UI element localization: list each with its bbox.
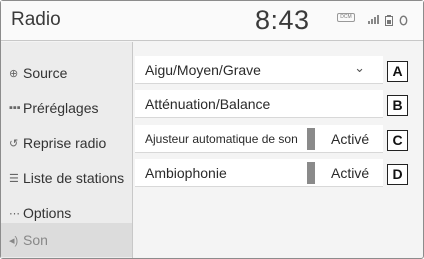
dcm-status-icon: DCM	[337, 13, 355, 22]
sidebar-item-sound[interactable]: ◂) Son	[1, 223, 132, 257]
row-label: Ambiophonie	[145, 165, 227, 181]
chevron-down-icon: ⌄	[354, 60, 365, 75]
speaker-icon: ◂)	[9, 234, 19, 247]
source-icon: ⊕	[9, 67, 19, 80]
toggle-indicator	[307, 128, 315, 150]
sidebar-item-label: Source	[23, 65, 68, 81]
sidebar-menu: ⊕ Source ▪▪▪ Préréglages ↺ Reprise radio…	[1, 42, 133, 258]
header-bar: Radio 8:43 DCM	[1, 1, 423, 41]
signal-icon	[368, 15, 380, 26]
row-label: Ajusteur automatique de son	[145, 132, 298, 146]
sidebar-item-station-list[interactable]: ☰ Liste de stations	[1, 161, 132, 195]
callout-c: C	[387, 130, 408, 151]
station-list-icon: ☰	[9, 172, 19, 185]
sidebar-item-presets[interactable]: ▪▪▪ Préréglages	[1, 91, 132, 125]
auto-sound-leveler-row[interactable]: Ajusteur automatique de son Activé	[135, 125, 383, 153]
callout-b: B	[387, 95, 408, 116]
surround-row[interactable]: Ambiophonie Activé	[135, 159, 383, 187]
clock: 8:43	[255, 5, 310, 35]
presets-icon: ▪▪▪	[9, 102, 21, 114]
row-label: Atténuation/Balance	[145, 96, 271, 112]
sidebar-item-label: Préréglages	[23, 100, 99, 116]
treble-mid-bass-row[interactable]: Aigu/Moyen/Grave ⌄	[135, 56, 383, 84]
more-icon: ⋯	[9, 207, 20, 220]
sync-icon	[399, 15, 408, 28]
toggle-state: Activé	[331, 131, 370, 147]
page-title: Radio	[11, 9, 61, 30]
sidebar-item-label: Son	[23, 232, 48, 248]
replay-icon: ↺	[9, 137, 19, 150]
row-label: Aigu/Moyen/Grave	[145, 62, 261, 78]
toggle-state: Activé	[331, 165, 370, 181]
sidebar-item-label: Liste de stations	[23, 170, 125, 186]
battery-icon	[385, 15, 393, 28]
callout-d: D	[387, 164, 408, 185]
toggle-indicator	[307, 162, 315, 184]
sidebar-item-label: Options	[23, 205, 72, 221]
sidebar-item-source[interactable]: ⊕ Source	[1, 56, 132, 90]
head-unit-screen: Radio 8:43 DCM ⊕ Source ▪▪▪ Préréglages …	[0, 0, 424, 259]
callout-a: A	[387, 61, 408, 82]
fader-balance-row[interactable]: Atténuation/Balance	[135, 90, 383, 118]
sidebar-item-radio-replay[interactable]: ↺ Reprise radio	[1, 126, 132, 160]
sidebar-item-label: Reprise radio	[23, 135, 107, 151]
